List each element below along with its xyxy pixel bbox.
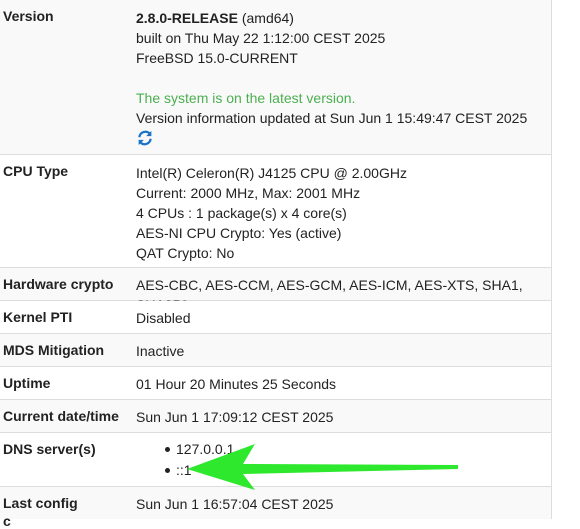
version-arch: (amd64) xyxy=(237,10,294,26)
hardware-crypto-row: Hardware crypto AES-CBC, AES-CCM, AES-GC… xyxy=(0,268,551,313)
version-built: built on Thu May 22 1:12:00 CEST 2025 xyxy=(136,30,386,46)
version-status: The system is on the latest version. xyxy=(136,90,356,106)
mds-mitigation-label: MDS Mitigation xyxy=(3,342,105,358)
current-datetime-row: Current date/time Sun Jun 1 17:09:12 CES… xyxy=(0,400,551,433)
version-updated: Version information updated at Sun Jun 1… xyxy=(136,110,528,126)
version-row: Version 2.8.0-RELEASE (amd64) built on T… xyxy=(0,0,551,155)
last-config-label-tail: c xyxy=(3,513,11,529)
mds-mitigation-value: Inactive xyxy=(136,343,185,359)
arrow-annotation xyxy=(187,444,458,490)
version-os: FreeBSD 15.0-CURRENT xyxy=(136,50,298,66)
cpu-qat: QAT Crypto: No xyxy=(136,245,235,261)
last-config-label-text: Last config xyxy=(3,495,78,511)
uptime-value: 01 Hour 20 Minutes 25 Seconds xyxy=(136,376,337,392)
last-config-label: Last config c xyxy=(3,495,78,529)
mds-mitigation-row: MDS Mitigation Inactive xyxy=(0,334,551,367)
version-value: 2.8.0-RELEASE (amd64) built on Thu May 2… xyxy=(136,8,527,147)
refresh-icon[interactable] xyxy=(136,129,154,147)
kernel-pti-label: Kernel PTI xyxy=(3,309,73,325)
current-datetime-value: Sun Jun 1 17:09:12 CEST 2025 xyxy=(136,409,334,425)
version-label: Version xyxy=(3,8,54,24)
dns-servers-label: DNS server(s) xyxy=(3,441,96,457)
cpu-aesni: AES-NI CPU Crypto: Yes (active) xyxy=(136,225,342,241)
uptime-row: Uptime 01 Hour 20 Minutes 25 Seconds xyxy=(0,367,551,400)
current-datetime-label: Current date/time xyxy=(3,408,119,424)
cpu-type-value: Intel(R) Celeron(R) J4125 CPU @ 2.00GHz … xyxy=(136,163,407,263)
uptime-label: Uptime xyxy=(3,375,51,391)
kernel-pti-row: Kernel PTI Disabled xyxy=(0,301,551,334)
hardware-crypto-label: Hardware crypto xyxy=(3,276,114,292)
last-config-value: Sun Jun 1 16:57:04 CEST 2025 xyxy=(136,496,334,512)
kernel-pti-value: Disabled xyxy=(136,310,191,326)
cpu-frequency: Current: 2000 MHz, Max: 2001 MHz xyxy=(136,185,361,201)
version-release: 2.8.0-RELEASE xyxy=(136,10,238,26)
cpu-count: 4 CPUs : 1 package(s) x 4 core(s) xyxy=(136,205,347,221)
cpu-model: Intel(R) Celeron(R) J4125 CPU @ 2.00GHz xyxy=(136,165,407,181)
cpu-type-label: CPU Type xyxy=(3,163,69,179)
cpu-type-row: CPU Type Intel(R) Celeron(R) J4125 CPU @… xyxy=(0,155,551,268)
